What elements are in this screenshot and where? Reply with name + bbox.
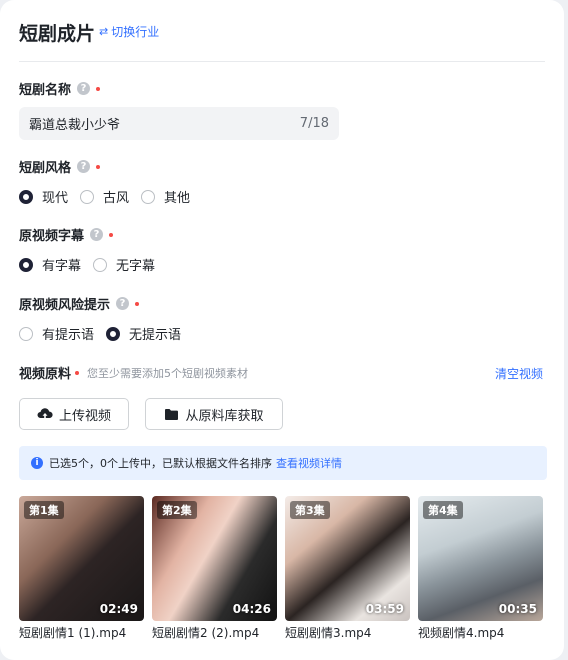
char-counter: 7/18	[299, 116, 329, 131]
required-dot	[96, 164, 101, 169]
style-option-ancient[interactable]: 古风	[80, 187, 129, 206]
drama-name-label: 短剧名称	[19, 83, 72, 98]
radio-unchecked-icon	[80, 189, 95, 204]
drama-style-label: 短剧风格	[19, 161, 72, 176]
help-icon[interactable]: ?	[77, 82, 91, 95]
video-filename: 短剧剧情1 (1).mp4	[19, 626, 127, 640]
episode-badge: 第3集	[290, 501, 330, 519]
option-label: 有字幕	[42, 259, 82, 274]
video-thumbnail-card[interactable]: 第3集 03:59 短剧剧情3.mp4	[285, 496, 410, 641]
material-hint: 您至少需要添加5个短剧视频素材	[87, 366, 249, 380]
required-dot	[135, 301, 140, 306]
upload-video-button[interactable]: 上传视频	[19, 398, 129, 430]
video-thumbnail-image[interactable]: 第1集 02:49	[19, 496, 144, 621]
subtitle-label-row: 原视频字幕 ?	[19, 225, 114, 244]
option-label: 无字幕	[116, 259, 156, 274]
subtitle-option-yes[interactable]: 有字幕	[19, 255, 81, 274]
subtitle-label: 原视频字幕	[19, 229, 85, 244]
episode-badge: 第4集	[423, 501, 463, 519]
drama-style-label-row: 短剧风格 ?	[19, 157, 101, 176]
clear-videos-link[interactable]: 清空视频	[495, 365, 543, 382]
option-label: 现代	[42, 191, 69, 206]
duration-label: 00:35	[498, 602, 537, 616]
option-label: 其他	[164, 191, 191, 206]
radio-unchecked-icon	[19, 326, 33, 341]
risk-option-no-hint[interactable]: 无提示语	[106, 324, 181, 343]
folder-icon	[165, 408, 179, 420]
drama-style-radio-group: 现代 古风 其他	[19, 187, 202, 206]
drama-name-input[interactable]: 霸道总裁小少爷 7/18	[19, 107, 339, 140]
duration-label: 03:59	[365, 602, 404, 616]
required-dot	[75, 370, 80, 375]
episode-badge: 第1集	[24, 501, 64, 519]
short-drama-panel: 短剧成片 ⇄ 切换行业 短剧名称 ? 霸道总裁小少爷 7/18 短剧风格 ? 现…	[0, 0, 564, 660]
subtitle-radio-group: 有字幕 无字幕	[19, 255, 167, 274]
subtitle-option-no[interactable]: 无字幕	[93, 255, 155, 274]
option-label: 有提示语	[42, 328, 95, 343]
video-filename: 短剧剧情3.mp4	[285, 626, 372, 640]
video-thumbnail-card[interactable]: 第1集 02:49 短剧剧情1 (1).mp4	[19, 496, 144, 641]
help-icon[interactable]: ?	[116, 297, 130, 310]
episode-badge: 第2集	[157, 501, 197, 519]
panel-header: 短剧成片 ⇄ 切换行业	[19, 17, 545, 62]
from-library-button[interactable]: 从原料库获取	[145, 398, 283, 430]
radio-checked-icon	[106, 326, 121, 341]
duration-label: 02:49	[99, 602, 138, 616]
radio-checked-icon	[19, 257, 33, 272]
style-option-other[interactable]: 其他	[141, 187, 190, 206]
info-icon: i	[31, 457, 43, 469]
radio-unchecked-icon	[93, 257, 108, 272]
video-thumbnail-image[interactable]: 第4集 00:35	[418, 496, 543, 621]
risk-radio-group: 有提示语 无提示语	[19, 324, 193, 343]
risk-option-with-hint[interactable]: 有提示语	[19, 324, 94, 343]
from-library-label: 从原料库获取	[185, 408, 264, 424]
switch-industry-label: 切换行业	[111, 25, 160, 39]
risk-label-row: 原视频风险提示 ?	[19, 294, 140, 313]
switch-industry-link[interactable]: ⇄ 切换行业	[99, 23, 159, 40]
video-thumbnail-card[interactable]: 第4集 00:35 视频剧情4.mp4	[418, 496, 543, 641]
required-dot	[96, 86, 101, 91]
video-thumbnail-card[interactable]: 第2集 04:26 短剧剧情2 (2).mp4	[152, 496, 277, 641]
video-filename: 视频剧情4.mp4	[418, 626, 505, 640]
drama-name-label-row: 短剧名称 ?	[19, 79, 101, 98]
option-label: 无提示语	[129, 328, 182, 343]
video-thumbnail-image[interactable]: 第3集 03:59	[285, 496, 410, 621]
video-thumbnail-list: 第1集 02:49 短剧剧情1 (1).mp4 第2集 04:26 短剧剧情2 …	[19, 496, 543, 641]
drama-name-value: 霸道总裁小少爷	[29, 118, 121, 133]
video-thumbnail-image[interactable]: 第2集 04:26	[152, 496, 277, 621]
help-icon[interactable]: ?	[77, 160, 91, 173]
duration-label: 04:26	[232, 602, 271, 616]
option-label: 古风	[103, 191, 130, 206]
risk-label: 原视频风险提示	[19, 298, 111, 313]
help-icon[interactable]: ?	[90, 228, 104, 241]
material-label: 视频原料	[19, 367, 72, 382]
material-label-row: 视频原料 您至少需要添加5个短剧视频素材	[19, 363, 249, 383]
radio-checked-icon	[19, 189, 33, 204]
radio-unchecked-icon	[141, 189, 156, 204]
notice-text: 已选5个，0个上传中，已默认根据文件名排序	[49, 457, 272, 470]
swap-icon: ⇄	[99, 25, 109, 38]
view-video-details-link[interactable]: 查看视频详情	[276, 455, 342, 471]
upload-status-notice: i 已选5个，0个上传中，已默认根据文件名排序 查看视频详情	[19, 446, 547, 480]
video-filename: 短剧剧情2 (2).mp4	[152, 626, 260, 640]
cloud-upload-icon	[37, 408, 53, 420]
page-title: 短剧成片	[19, 23, 96, 45]
style-option-modern[interactable]: 现代	[19, 187, 68, 206]
upload-video-label: 上传视频	[58, 408, 111, 424]
required-dot	[109, 232, 114, 237]
